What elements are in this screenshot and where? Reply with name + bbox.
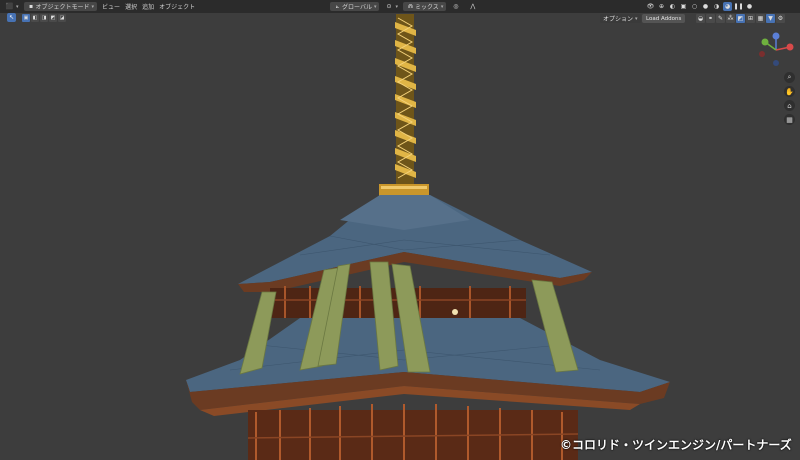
select-invert-icon[interactable]: ◩ — [49, 14, 57, 22]
cube-icon: ⬛ — [5, 3, 14, 10]
record-icon[interactable]: ● — [745, 2, 754, 11]
chevron-down-icon: ▾ — [16, 3, 19, 10]
pivot-button[interactable]: ⊙ ▾ — [381, 2, 401, 11]
link-icon[interactable]: ⚭ — [706, 14, 715, 23]
load-addons-button[interactable]: Load Addons — [642, 14, 686, 23]
options-dropdown[interactable]: オプション ▾ — [600, 14, 641, 23]
rendered-shading-icon[interactable]: ◕ — [723, 2, 732, 11]
xray-icon[interactable]: ▣ — [679, 2, 688, 11]
tool-settings-row: ▣ ◧ ◨ ◩ ◪ オプション ▾ Load Addons ◒ ⚭ ✎ ⁂ ◩ … — [0, 13, 800, 25]
filter-icon[interactable]: ▼ — [766, 14, 775, 23]
pan-hand-icon[interactable]: ✋ — [784, 86, 795, 97]
menu-view[interactable]: ビュー — [102, 2, 120, 11]
transform-orientation-label: グローバル — [342, 4, 372, 11]
mode-label: オブジェクトモード — [35, 4, 90, 11]
chevron-down-icon: ▾ — [395, 3, 398, 10]
ground-floor-frame — [247, 404, 579, 460]
select-extend-icon[interactable]: ◧ — [31, 14, 39, 22]
chevron-down-icon: ▾ — [373, 3, 377, 10]
settings-icon[interactable]: ⚙ — [776, 14, 785, 23]
select-cursor-icon[interactable]: ↖ — [7, 13, 16, 22]
menu-add[interactable]: 追加 — [142, 2, 154, 11]
proportional-icon: ◎ — [453, 3, 459, 10]
snap-label: ミックス — [414, 4, 439, 11]
shading-icon[interactable]: ◒ — [696, 14, 705, 23]
proportional-edit-button[interactable]: ◎ — [448, 2, 463, 11]
menu-object[interactable]: オブジェクト — [159, 2, 195, 11]
zoom-icon[interactable]: ⌕ — [784, 72, 795, 83]
left-toolbar: ↖ — [7, 13, 16, 22]
x-axis-icon[interactable] — [786, 43, 794, 51]
load-addons-label: Load Addons — [646, 15, 682, 22]
y-axis-icon[interactable] — [761, 38, 769, 46]
select-subtract-icon[interactable]: ◨ — [40, 14, 48, 22]
pause-icon[interactable]: ❚❚ — [733, 2, 743, 11]
select-new-icon[interactable]: ▣ — [22, 14, 30, 22]
navigation-gizmo[interactable] — [752, 32, 798, 68]
z-axis-icon[interactable] — [772, 32, 780, 40]
texture-icon[interactable]: ▦ — [756, 14, 765, 23]
overlay-icon[interactable]: ◐ — [668, 2, 677, 11]
wireframe-shading-icon[interactable]: ○ — [690, 2, 699, 11]
object-mode-icon: ▪ — [28, 3, 34, 10]
select-intersect-icon[interactable]: ◪ — [58, 14, 66, 22]
copyright-watermark: ©コロリド・ツインエンジン/パートナーズ — [560, 438, 792, 452]
falloff-button[interactable]: ⋀ — [465, 2, 480, 11]
mode-select[interactable]: ▪ オブジェクトモード ▾ — [23, 2, 98, 11]
particles-icon[interactable]: ⁂ — [726, 14, 735, 23]
selection-mode-group: ▣ ◧ ◨ ◩ ◪ — [22, 14, 66, 22]
visibility-icon[interactable]: 👁 — [646, 2, 655, 11]
chevron-down-icon: ▾ — [635, 15, 638, 22]
camera-icon[interactable]: ⌂ — [784, 100, 795, 111]
material-shading-icon[interactable]: ◑ — [712, 2, 721, 11]
falloff-icon: ⋀ — [470, 3, 476, 10]
grid-icon[interactable]: ▦ — [784, 114, 795, 125]
viewport-header: ⬛ ▾ ▪ オブジェクトモード ▾ ビュー 選択 追加 オブジェクト ⟀ グローバ… — [0, 0, 800, 13]
chevron-down-icon: ▾ — [91, 3, 95, 10]
viewport-icon-group: ◒ ⚭ ✎ ⁂ ◩ ⊞ ▦ ▼ ⚙ — [696, 14, 785, 23]
snap-select[interactable]: ⋒ ミックス ▾ — [402, 2, 447, 11]
solid-shading-icon[interactable]: ● — [701, 2, 710, 11]
pivot-icon: ⊙ — [386, 3, 392, 10]
constraint-icon[interactable]: ⊞ — [746, 14, 755, 23]
editor-type-button[interactable]: ⬛ ▾ — [2, 2, 22, 11]
chevron-down-icon: ▾ — [440, 3, 444, 10]
magnet-icon: ⋒ — [407, 3, 413, 10]
camera-view-icon[interactable]: ◩ — [736, 14, 745, 23]
viewport-3d[interactable] — [0, 0, 800, 460]
wrench-icon[interactable]: ✎ — [716, 14, 725, 23]
menu-select[interactable]: 選択 — [125, 2, 137, 11]
transform-orientation-select[interactable]: ⟀ グローバル ▾ — [330, 2, 380, 11]
gizmo-icon[interactable]: ⊕ — [657, 2, 666, 11]
blender-window: ⬛ ▾ ▪ オブジェクトモード ▾ ビュー 選択 追加 オブジェクト ⟀ グローバ… — [0, 0, 800, 460]
orientation-icon: ⟀ — [335, 2, 340, 10]
options-label: オプション — [603, 16, 634, 23]
